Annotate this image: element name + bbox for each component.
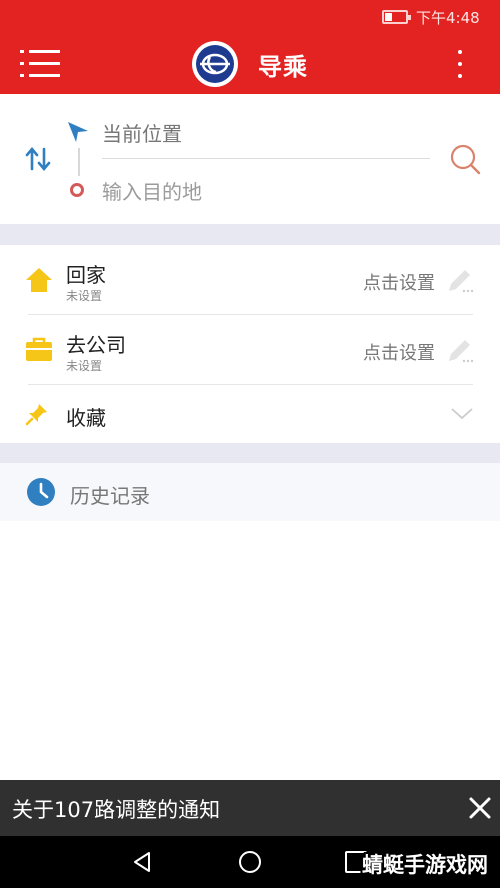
chevron-down-icon[interactable] <box>450 407 474 421</box>
history-label: 历史记录 <box>70 484 150 508</box>
navigation-arrow-icon <box>68 122 88 142</box>
page-title: 导乘 <box>258 53 308 81</box>
pencil-icon[interactable] <box>446 336 474 364</box>
home-circle-icon[interactable] <box>238 850 262 874</box>
favorite-collection-label: 收藏 <box>66 406 106 430</box>
search-icon[interactable] <box>448 142 482 176</box>
pencil-icon[interactable] <box>446 266 474 294</box>
favorites-list: 回家 未设置 点击设置 去公司 未设置 点击设置 收藏 <box>0 245 500 443</box>
section-gap <box>0 443 500 463</box>
favorite-home-row[interactable]: 回家 未设置 点击设置 <box>0 245 500 315</box>
more-vertical-icon[interactable] <box>450 48 470 80</box>
swap-vertical-icon[interactable] <box>25 146 51 172</box>
battery-icon <box>382 10 411 24</box>
status-bar: 下午4:48 <box>0 0 500 34</box>
notice-text[interactable]: 关于107路调整的通知 <box>12 794 220 824</box>
close-icon[interactable] <box>466 794 494 822</box>
bus-logo-icon <box>192 41 238 87</box>
route-connector <box>78 148 80 176</box>
clock-icon <box>27 478 55 506</box>
favorite-collection-row[interactable]: 收藏 <box>0 385 500 443</box>
favorite-work-row[interactable]: 去公司 未设置 点击设置 <box>0 315 500 385</box>
favorite-work-label: 去公司 <box>66 333 126 357</box>
pin-icon <box>25 404 47 426</box>
hamburger-icon[interactable] <box>20 48 60 80</box>
set-work-button[interactable]: 点击设置 <box>363 339 435 365</box>
home-icon <box>26 268 52 292</box>
favorite-home-status: 未设置 <box>66 289 103 303</box>
section-gap <box>0 224 500 245</box>
history-row[interactable]: 历史记录 <box>0 463 500 521</box>
notice-bar[interactable]: 关于107路调整的通知 <box>0 780 500 836</box>
origin-field[interactable]: 当前位置 <box>102 118 182 147</box>
app-bar: 导乘 <box>0 34 500 94</box>
set-home-button[interactable]: 点击设置 <box>363 269 435 295</box>
status-time: 下午4:48 <box>416 9 480 27</box>
destination-input[interactable]: 输入目的地 <box>102 176 202 205</box>
destination-dot-icon <box>70 183 84 197</box>
watermark: 蜻蜓手游戏网 <box>362 853 488 877</box>
favorite-work-status: 未设置 <box>66 359 103 373</box>
briefcase-icon <box>26 337 52 361</box>
field-divider <box>102 158 430 159</box>
favorite-home-label: 回家 <box>66 263 106 287</box>
back-icon[interactable] <box>130 850 154 874</box>
route-card: 当前位置 输入目的地 <box>0 94 500 224</box>
